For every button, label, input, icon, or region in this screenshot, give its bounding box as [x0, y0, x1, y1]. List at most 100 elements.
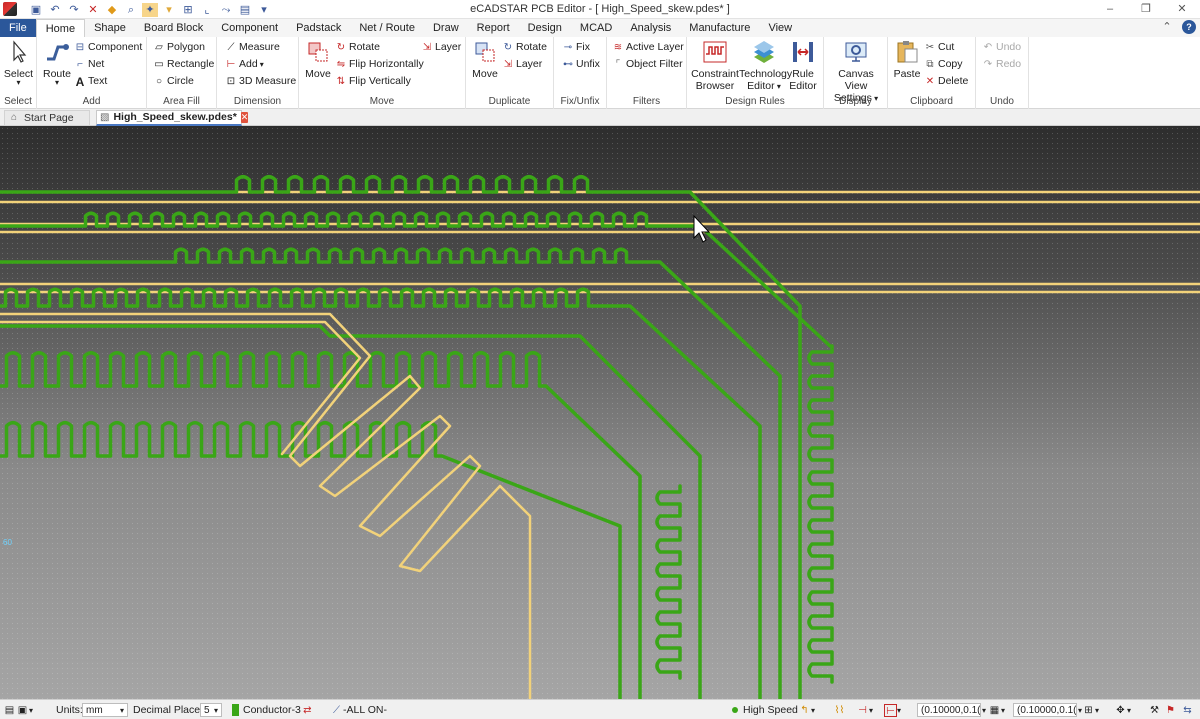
wrench-icon: ⚒ — [1150, 704, 1159, 716]
circle-label: Circle — [167, 75, 194, 87]
trace-green-serpentine[interactable] — [0, 287, 762, 699]
tab-analysis[interactable]: Analysis — [621, 19, 680, 37]
snap-mode-button[interactable]: ⊣ ▾ — [856, 700, 873, 719]
zoom-fit-button[interactable]: ✥ ▾ — [1114, 700, 1131, 719]
paste-icon — [897, 41, 918, 63]
duplicate-move-label: Move — [472, 68, 498, 80]
mode-indicator[interactable]: High Speed — [732, 700, 798, 719]
tab-padstack[interactable]: Padstack — [287, 19, 350, 37]
add-text-button[interactable]: A Text — [74, 74, 108, 89]
tab-high-speed-skew[interactable]: ▧ High_Speed_skew.pdes* ✕ — [96, 110, 249, 126]
status-layers-button[interactable]: ▤ ▣ ▾ — [3, 700, 33, 719]
tab-net-route[interactable]: Net / Route — [350, 19, 424, 37]
pcb-canvas[interactable]: 60 — [0, 126, 1200, 699]
meander-button[interactable]: ⌇⌇ — [833, 700, 846, 719]
grid-mode-button[interactable]: ⊢ ▾ — [884, 700, 901, 719]
duplicate-rotate-button[interactable]: ↻ Rotate — [502, 40, 547, 55]
cut-label: Cut — [938, 41, 955, 53]
tab-board-block[interactable]: Board Block — [135, 19, 212, 37]
tab-report[interactable]: Report — [468, 19, 519, 37]
rotate-label: Rotate — [349, 41, 380, 53]
undo-label: Undo — [996, 41, 1022, 53]
help-icon[interactable]: ? — [1182, 20, 1196, 34]
duplicate-move-button[interactable]: Move — [469, 39, 501, 80]
close-tab-icon[interactable]: ✕ — [240, 112, 249, 123]
rectangle-label: Rectangle — [167, 58, 215, 70]
polygon-button[interactable]: ▱ Polygon — [153, 40, 205, 55]
redo-button[interactable]: ↷ Redo — [982, 57, 1021, 72]
flip-vertically-label: Flip Vertically — [349, 75, 411, 87]
grid2-select[interactable]: (0.10000,0.1(▾ — [1013, 700, 1082, 719]
measure-button[interactable]: ⟋ Measure — [225, 40, 280, 55]
view-options-button[interactable]: ⊞ ▾ — [1082, 700, 1099, 719]
object-filter-button[interactable]: ⌜ Object Filter — [612, 57, 683, 72]
tab-shape[interactable]: Shape — [85, 19, 135, 37]
close-button[interactable]: ✕ — [1164, 0, 1200, 19]
add-dimension-button[interactable]: ⊢ Add ▾ — [225, 57, 264, 72]
document-tabs: ⌂ Start Page ▧ High_Speed_skew.pdes* ✕ — [0, 109, 1200, 126]
sync-button[interactable]: ⇆ — [1181, 700, 1194, 719]
trace-green-serpentine[interactable] — [655, 484, 682, 680]
tab-home[interactable]: Home — [35, 19, 86, 37]
units-select[interactable]: mm ▾ — [82, 700, 128, 719]
trace-green-serpentine[interactable] — [0, 247, 782, 699]
tab-design[interactable]: Design — [519, 19, 571, 37]
grid1-select[interactable]: (0.10000,0.1(▾ — [917, 700, 986, 719]
rectangle-button[interactable]: ▭ Rectangle — [153, 57, 214, 72]
fix-button[interactable]: ⊸ Fix — [562, 40, 590, 55]
layer-switch-icon: ⇄ — [303, 704, 312, 716]
add-component-label: Component — [88, 41, 143, 53]
copy-button[interactable]: ⧉ Copy — [924, 57, 962, 72]
unfix-button[interactable]: ⊷ Unfix — [562, 57, 600, 72]
rule-editor-button[interactable]: Rule Editor — [787, 39, 819, 92]
trace-green-serpentine[interactable] — [0, 351, 642, 699]
delete-button[interactable]: ✕ Delete — [924, 74, 969, 89]
flip-horizontally-button[interactable]: ⇋ Flip Horizontally — [335, 57, 424, 72]
tab-view[interactable]: View — [759, 19, 801, 37]
group-label-clipboard: Clipboard — [910, 96, 953, 107]
route-mode-button[interactable]: ↰ ▾ — [798, 700, 815, 719]
collapse-ribbon-icon[interactable]: ⌃ — [1160, 20, 1174, 34]
add-net-button[interactable]: ⌐ Net — [74, 57, 104, 72]
cut-button[interactable]: ✂ Cut — [924, 40, 955, 55]
filter-indicator[interactable]: ⟋ -ALL ON- — [330, 700, 387, 719]
move-layer-button[interactable]: ⇲ Layer — [421, 40, 461, 55]
tab-file[interactable]: File — [0, 19, 36, 37]
restore-button[interactable]: ❐ — [1128, 0, 1164, 19]
constraint-browser-button[interactable]: Constraint Browser — [690, 39, 740, 92]
circle-button[interactable]: ○ Circle — [153, 74, 194, 89]
minimize-button[interactable]: – — [1092, 0, 1128, 19]
grid2-type-button[interactable]: ▦ ▾ — [988, 700, 1005, 719]
language-button[interactable]: ⚑ — [1164, 700, 1177, 719]
tab-mcad[interactable]: MCAD — [571, 19, 621, 37]
tab-draw[interactable]: Draw — [424, 19, 468, 37]
duplicate-layer-button[interactable]: ⇲ Layer — [502, 57, 542, 72]
object-filter-label: Object Filter — [626, 58, 683, 70]
units-value: mm — [86, 705, 103, 716]
decimal-places-select[interactable]: 5 ▾ — [200, 700, 222, 719]
scissors-icon: ✂ — [925, 41, 935, 53]
tools-button[interactable]: ⚒ — [1148, 700, 1161, 719]
active-layer-button[interactable]: ≋ Active Layer — [612, 40, 684, 55]
pcb-document-icon: ▧ — [100, 111, 110, 123]
paste-button[interactable]: Paste — [891, 39, 923, 80]
grid-type-icon: ▦ — [989, 704, 1000, 716]
move-button[interactable]: Move — [302, 39, 334, 80]
select-button[interactable]: Select ▾ — [2, 39, 35, 87]
undo-button[interactable]: ↶ Undo — [982, 40, 1021, 55]
tab-component[interactable]: Component — [212, 19, 287, 37]
trace-green-serpentine[interactable] — [0, 421, 622, 699]
technology-editor-button[interactable]: Technology Editor ▾ — [739, 39, 792, 93]
add-component-button[interactable]: ⊟ Component — [74, 40, 143, 55]
3d-measure-button[interactable]: ⊡ 3D Measure — [225, 74, 296, 89]
trace-green-serpentine[interactable] — [807, 344, 834, 684]
rotate-button[interactable]: ↻ Rotate — [335, 40, 380, 55]
active-layer-indicator[interactable]: Conductor-3 ⇄ — [232, 700, 314, 719]
tab-manufacture[interactable]: Manufacture — [680, 19, 759, 37]
group-select: Select ▾ Select — [0, 37, 37, 109]
group-label-add: Add — [82, 96, 101, 107]
move-icon — [308, 42, 328, 62]
flip-vertically-button[interactable]: ⇅ Flip Vertically — [335, 74, 411, 89]
route-button[interactable]: Route ▾ — [41, 39, 73, 87]
tab-start-page[interactable]: ⌂ Start Page — [4, 110, 90, 126]
